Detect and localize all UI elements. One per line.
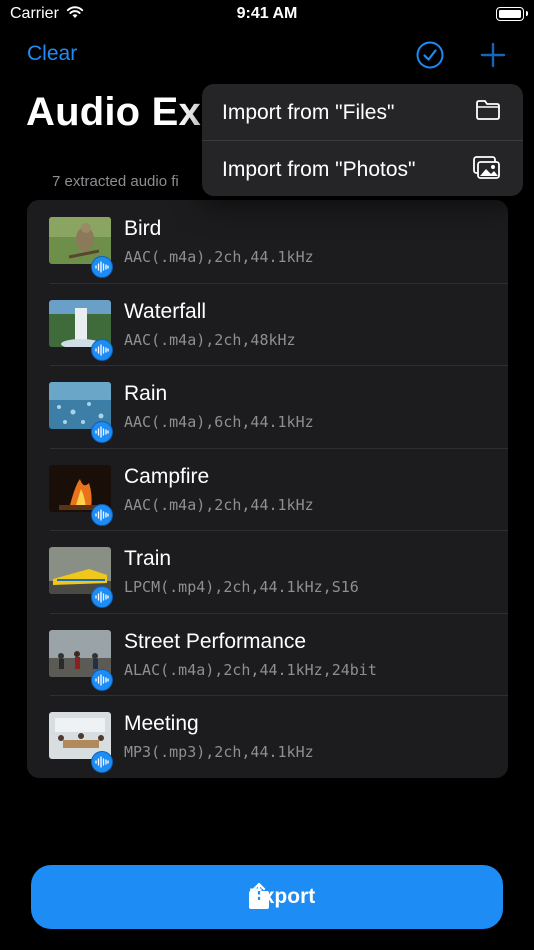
audio-waveform-icon — [91, 256, 113, 278]
list-item[interactable]: Bird AAC(.m4a),2ch,44.1kHz — [27, 200, 508, 283]
export-label: Export — [248, 885, 316, 908]
status-time: 9:41 AM — [236, 5, 298, 22]
list-item[interactable]: Campfire AAC(.m4a),2ch,44.1kHz — [27, 447, 508, 531]
menu-item-label: Import from "Files" — [222, 101, 395, 124]
list-item[interactable]: Street Performance ALAC(.m4a),2ch,44.1kH… — [27, 612, 508, 696]
audio-waveform-icon — [91, 338, 113, 361]
list-item[interactable]: Meeting MP3(.mp3),2ch,44.1kHz — [27, 695, 508, 778]
item-title: Rain — [124, 382, 168, 405]
audio-waveform-icon — [91, 586, 113, 608]
item-format: MP3(.mp3),2ch,44.1kHz — [124, 743, 314, 761]
item-title: Campfire — [124, 464, 210, 488]
audio-waveform-icon — [91, 503, 113, 526]
menu-item-import-photos[interactable]: Import from "Photos" — [202, 140, 523, 196]
list-item[interactable]: Train LPCM(.mp4),2ch,44.1kHz,S16 — [27, 530, 508, 613]
item-format: AAC(.m4a),2ch,44.1kHz — [124, 248, 314, 266]
photos-icon — [473, 156, 501, 185]
item-format: ALAC(.m4a),2ch,44.1kHz,24bit — [124, 660, 377, 679]
add-icon[interactable] — [480, 42, 506, 73]
import-menu: Import from "Files" Import from "Photos" — [202, 84, 523, 196]
item-title: Street Performance — [124, 629, 307, 653]
clear-button[interactable]: Clear — [27, 42, 77, 66]
item-title: Waterfall — [124, 299, 207, 323]
item-format: AAC(.m4a),2ch,48kHz — [124, 330, 296, 349]
menu-item-label: Import from "Photos" — [222, 158, 416, 181]
status-bar: Carrier 9:41 AM — [0, 0, 534, 30]
item-format: AAC(.m4a),6ch,44.1kHz — [124, 413, 314, 431]
select-checkmark-icon[interactable] — [416, 41, 444, 74]
audio-waveform-icon — [91, 668, 113, 691]
item-format: LPCM(.mp4),2ch,44.1kHz,S16 — [124, 578, 359, 596]
audio-list: Bird AAC(.m4a),2ch,44.1kHz Waterfall AAC… — [27, 200, 508, 778]
item-title: Bird — [124, 217, 162, 240]
audio-waveform-icon — [91, 421, 113, 443]
export-button[interactable]: Export — [31, 865, 503, 929]
list-item[interactable]: Waterfall AAC(.m4a),2ch,48kHz — [27, 282, 508, 366]
item-title: Train — [124, 547, 172, 570]
item-format: AAC(.m4a),2ch,44.1kHz — [124, 495, 314, 514]
folder-icon — [475, 99, 501, 126]
item-title: Meeting — [124, 712, 199, 735]
audio-waveform-icon — [91, 751, 113, 773]
list-item[interactable]: Rain AAC(.m4a),6ch,44.1kHz — [27, 365, 508, 448]
battery-icon — [496, 7, 528, 21]
menu-item-import-files[interactable]: Import from "Files" — [202, 84, 523, 140]
page-title: Audio Ex — [26, 90, 201, 134]
item-count-label: 7 extracted audio fi — [52, 173, 179, 190]
